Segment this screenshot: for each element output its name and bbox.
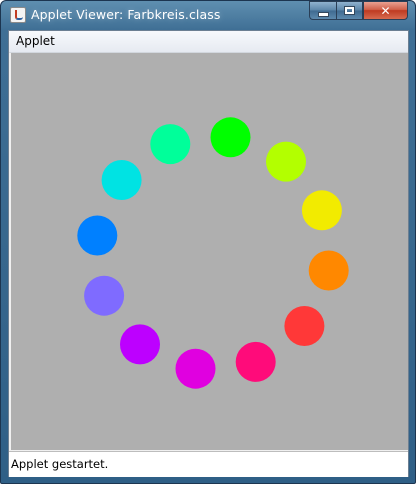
color-dot-3 [301,190,342,231]
minimize-button[interactable] [309,1,336,20]
color-dot-4 [308,250,349,291]
applet-viewer-window: Applet Viewer: Farbkreis.class ✕ Applet … [0,0,416,484]
maximize-icon [344,6,355,15]
color-wheel [77,117,349,389]
minimize-icon [317,11,329,17]
status-text: Applet gestartet. [11,457,109,471]
status-bar: Applet gestartet. [9,451,408,477]
close-icon: ✕ [380,3,391,18]
color-dot-5 [284,306,325,346]
color-dot-7 [175,348,216,389]
applet-client-area: Applet Applet gestartet. [8,30,409,477]
color-dot-8 [120,324,160,365]
color-dot-11 [101,160,142,200]
window-title: Applet Viewer: Farbkreis.class [31,7,221,22]
color-dot-2 [266,141,306,182]
title-bar[interactable]: Applet Viewer: Farbkreis.class ✕ [1,1,415,29]
applet-canvas [11,53,408,450]
color-dot-6 [235,341,276,382]
color-dot-9 [84,275,125,316]
menu-bar: Applet [9,31,408,53]
maximize-button[interactable] [336,1,363,20]
color-dot-1 [210,117,251,158]
color-dot-10 [77,215,118,256]
color-dot-12 [150,124,191,165]
menu-applet[interactable]: Applet [11,32,60,51]
java-icon [10,7,26,23]
close-button[interactable]: ✕ [363,1,408,20]
window-controls: ✕ [309,1,408,21]
